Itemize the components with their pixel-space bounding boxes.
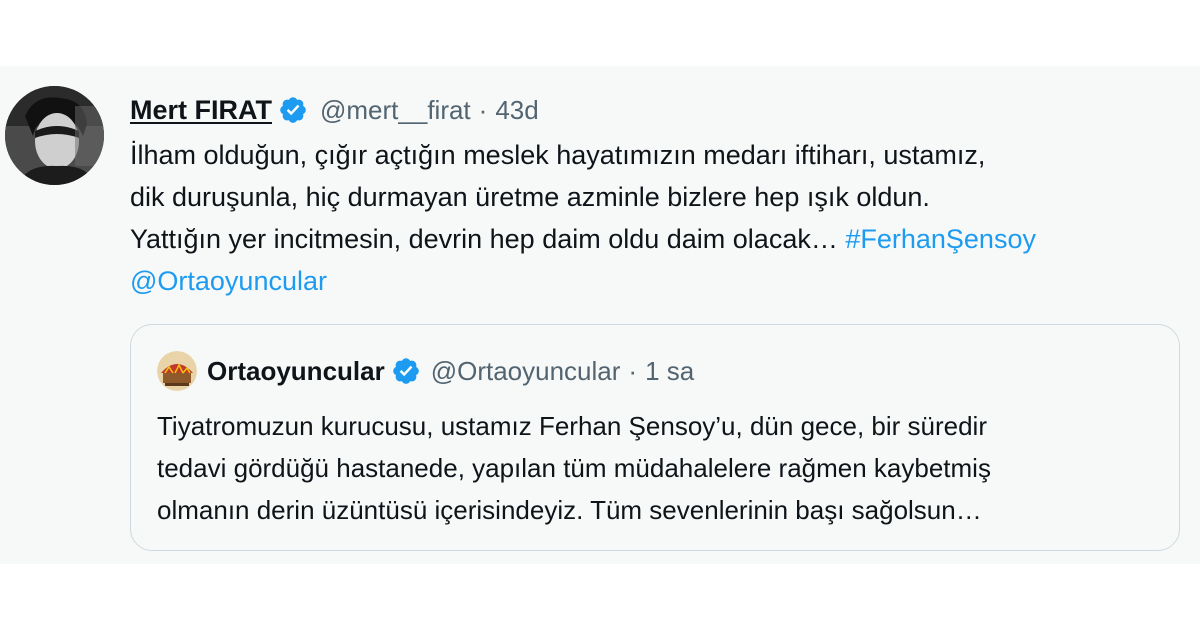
tweet-text-segment: Yattığın yer incitmesin, devrin hep daim… xyxy=(130,224,846,254)
author-name[interactable]: Mert FIRAT xyxy=(130,95,272,126)
separator-dot: · xyxy=(628,355,638,386)
tweet-text-line: İlham olduğun, çığır açtığın meslek haya… xyxy=(130,140,986,170)
author-avatar[interactable] xyxy=(5,86,104,185)
quoted-author-handle[interactable]: @Ortaoyuncular xyxy=(431,356,621,387)
quoted-tweet-timestamp[interactable]: 1 sa xyxy=(645,356,694,387)
verified-badge-icon xyxy=(278,95,308,125)
quoted-author-avatar[interactable] xyxy=(157,351,197,391)
tweet-card[interactable]: Mert FIRAT @mert__firat · 43d İlham oldu… xyxy=(0,66,1200,564)
tweet-timestamp[interactable]: 43d xyxy=(495,95,538,126)
tweet-text-line: Yattığın yer incitmesin, devrin hep daim… xyxy=(130,218,1190,260)
quoted-tweet[interactable]: Ortaoyuncular @Ortaoyuncular · 1 sa Tiya… xyxy=(130,324,1180,551)
tweet-header: Mert FIRAT @mert__firat · 43d xyxy=(130,90,539,130)
author-handle[interactable]: @mert__firat xyxy=(320,95,471,126)
tweet-text-line: dik duruşunla, hiç durmayan üretme azmin… xyxy=(130,182,930,212)
hashtag-link[interactable]: #FerhanŞensoy xyxy=(845,224,1036,254)
verified-badge-icon xyxy=(391,356,421,386)
tweet-text: İlham olduğun, çığır açtığın meslek haya… xyxy=(130,134,1190,302)
quoted-text-line: tedavi gördüğü hastanede, yapılan tüm mü… xyxy=(157,453,991,483)
quoted-tweet-text: Tiyatromuzun kurucusu, ustamız Ferhan Şe… xyxy=(157,405,1167,531)
author-avatar-image xyxy=(5,86,104,185)
quoted-tweet-header: Ortaoyuncular @Ortaoyuncular · 1 sa xyxy=(157,349,694,393)
quoted-author-name[interactable]: Ortaoyuncular xyxy=(207,356,385,387)
separator-dot: · xyxy=(478,94,488,125)
quoted-text-line: Tiyatromuzun kurucusu, ustamız Ferhan Şe… xyxy=(157,411,987,441)
quoted-text-line: olmanın derin üzüntüsü içerisindeyiz. Tü… xyxy=(157,495,982,525)
mention-link[interactable]: @Ortaoyuncular xyxy=(130,260,1190,302)
